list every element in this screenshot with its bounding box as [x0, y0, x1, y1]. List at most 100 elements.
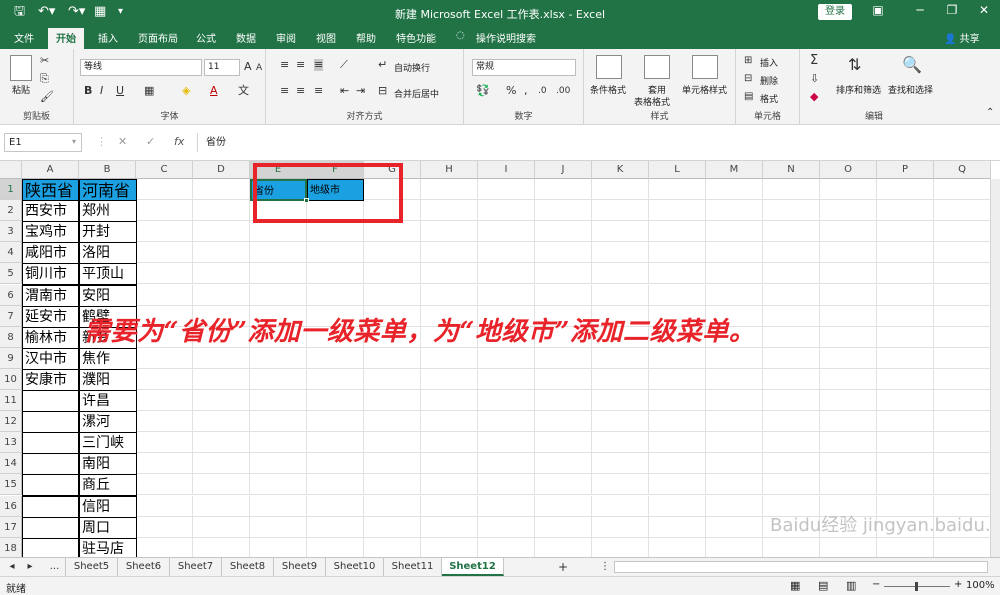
- cell[interactable]: [478, 516, 535, 538]
- column-header[interactable]: O: [820, 161, 877, 179]
- cell[interactable]: [763, 453, 820, 475]
- decrease-indent-icon[interactable]: ⇤: [340, 85, 349, 97]
- cell[interactable]: [934, 368, 991, 390]
- cell[interactable]: [592, 263, 649, 285]
- cell[interactable]: [706, 537, 763, 557]
- cell-a[interactable]: 渭南市: [22, 284, 79, 307]
- tab-help[interactable]: 帮助: [356, 30, 376, 45]
- sheet-tab[interactable]: Sheet10: [326, 558, 384, 576]
- format-table-icon[interactable]: [644, 55, 670, 79]
- cell[interactable]: [307, 263, 364, 285]
- row-header[interactable]: 3: [0, 221, 22, 243]
- cell[interactable]: [649, 516, 706, 538]
- row-header[interactable]: 6: [0, 284, 22, 306]
- format-cells-button[interactable]: 格式: [760, 92, 778, 105]
- worksheet-grid[interactable]: A B C D E F G H I J K L M N O P Q 1 2 3 4 5 6 7 8 9 10 11 12 13 14 15 16…: [0, 161, 1000, 557]
- cell[interactable]: [250, 242, 307, 264]
- cell[interactable]: [478, 347, 535, 369]
- column-header[interactable]: I: [478, 161, 535, 179]
- confirm-entry-button[interactable]: ✓: [146, 135, 155, 148]
- cell[interactable]: [706, 179, 763, 201]
- cell[interactable]: [820, 263, 877, 285]
- cell[interactable]: [820, 411, 877, 433]
- cell[interactable]: [478, 495, 535, 517]
- cell[interactable]: [136, 263, 193, 285]
- zoom-out-icon[interactable]: −: [872, 579, 880, 590]
- tell-me-search[interactable]: 操作说明搜索: [476, 30, 536, 45]
- sheet-tab[interactable]: Sheet12: [442, 558, 504, 576]
- cell[interactable]: [193, 200, 250, 222]
- conditional-format-icon[interactable]: [596, 55, 622, 79]
- scroll-left-icon[interactable]: ◂: [4, 558, 20, 576]
- format-table-label-2[interactable]: 表格格式: [634, 95, 670, 108]
- cell[interactable]: [649, 347, 706, 369]
- increase-indent-icon[interactable]: ⇥: [356, 85, 365, 97]
- cell-a[interactable]: [22, 474, 79, 497]
- number-format-combo[interactable]: 常规: [472, 59, 576, 76]
- percent-button[interactable]: %: [506, 85, 516, 97]
- login-button[interactable]: 登录: [818, 4, 852, 20]
- cell[interactable]: [592, 368, 649, 390]
- align-left-icon[interactable]: ≡: [280, 85, 289, 97]
- cell[interactable]: [934, 411, 991, 433]
- orientation-icon[interactable]: ⟋: [340, 59, 348, 71]
- insert-cells-button[interactable]: 插入: [760, 56, 778, 69]
- cell[interactable]: [250, 347, 307, 369]
- cell-b[interactable]: 濮阳: [79, 368, 137, 391]
- cell-b[interactable]: 南阳: [79, 453, 137, 476]
- cell[interactable]: [535, 495, 592, 517]
- cell[interactable]: [592, 284, 649, 306]
- cell[interactable]: [592, 411, 649, 433]
- cell-b[interactable]: 周口: [79, 516, 137, 539]
- cell[interactable]: [364, 284, 421, 306]
- cell-a[interactable]: [22, 453, 79, 476]
- cell[interactable]: [193, 390, 250, 412]
- cell[interactable]: [649, 453, 706, 475]
- cell[interactable]: [193, 368, 250, 390]
- cell[interactable]: [820, 432, 877, 454]
- cell[interactable]: [706, 200, 763, 222]
- cell[interactable]: [250, 474, 307, 496]
- cell[interactable]: [535, 200, 592, 222]
- cell[interactable]: [307, 432, 364, 454]
- cell[interactable]: [307, 537, 364, 557]
- accounting-icon[interactable]: 💱: [476, 85, 490, 97]
- cell[interactable]: [307, 516, 364, 538]
- cell[interactable]: [934, 453, 991, 475]
- sheet-tab[interactable]: Sheet5: [66, 558, 118, 576]
- cell-b[interactable]: 漯河: [79, 411, 137, 434]
- cell[interactable]: [934, 326, 991, 348]
- cell[interactable]: [250, 263, 307, 285]
- tab-home[interactable]: 开始: [48, 28, 84, 49]
- cell[interactable]: [307, 453, 364, 475]
- column-header[interactable]: H: [421, 161, 478, 179]
- column-header[interactable]: P: [877, 161, 934, 179]
- cell[interactable]: [706, 453, 763, 475]
- wrap-text-icon[interactable]: ↵: [378, 59, 387, 71]
- cell-styles-icon[interactable]: [692, 55, 718, 79]
- comma-icon[interactable]: ,: [524, 85, 528, 97]
- cell[interactable]: [136, 200, 193, 222]
- row-header[interactable]: 10: [0, 368, 22, 390]
- cell[interactable]: [478, 284, 535, 306]
- font-size-combo[interactable]: 11: [204, 59, 240, 76]
- cell[interactable]: [592, 242, 649, 264]
- row-header[interactable]: 4: [0, 242, 22, 264]
- cell[interactable]: [535, 263, 592, 285]
- cell-a[interactable]: 陕西省: [22, 179, 79, 202]
- cell[interactable]: [364, 347, 421, 369]
- cell[interactable]: [706, 432, 763, 454]
- cell[interactable]: [934, 179, 991, 201]
- cell[interactable]: [136, 474, 193, 496]
- cell[interactable]: [934, 474, 991, 496]
- normal-view-icon[interactable]: ▦: [790, 579, 800, 592]
- cell[interactable]: [934, 284, 991, 306]
- cell-b[interactable]: 商丘: [79, 474, 137, 497]
- grow-font-button[interactable]: A: [244, 61, 252, 73]
- cell[interactable]: [193, 453, 250, 475]
- cell[interactable]: [250, 368, 307, 390]
- cell[interactable]: [934, 200, 991, 222]
- cell[interactable]: [535, 347, 592, 369]
- cell[interactable]: [763, 474, 820, 496]
- cell[interactable]: [136, 537, 193, 557]
